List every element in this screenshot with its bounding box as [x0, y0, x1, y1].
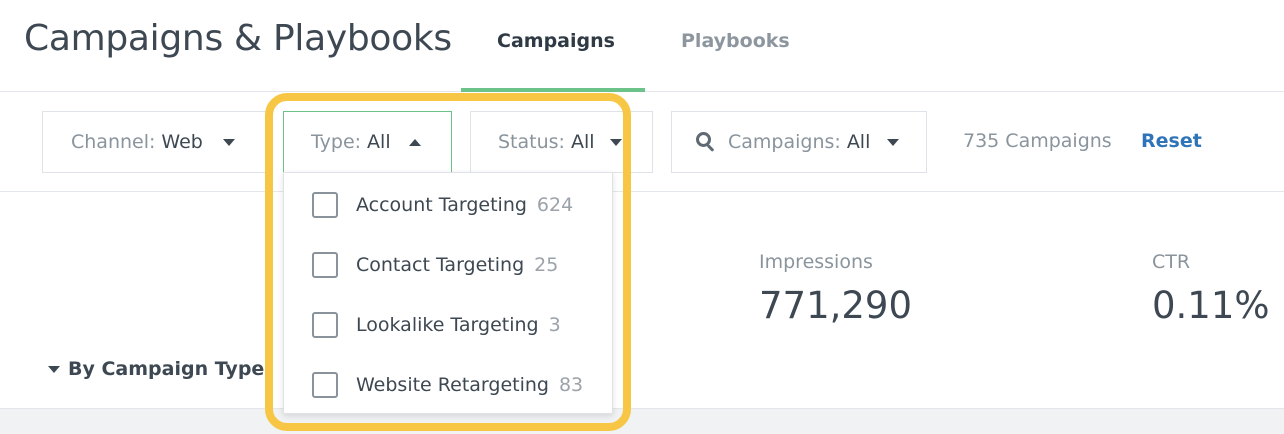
campaigns-filter[interactable]: Campaigns: All [671, 111, 927, 173]
checkbox[interactable] [312, 372, 338, 398]
option-label: Contact Targeting [356, 254, 525, 276]
option-count: 624 [536, 194, 574, 216]
option-label: Lookalike Targeting [356, 314, 539, 336]
chevron-up-icon [408, 138, 421, 146]
chevron-down-icon [887, 138, 900, 146]
type-option-account-targeting[interactable]: Account Targeting 624 [284, 175, 612, 235]
channel-filter[interactable]: Channel: Web [42, 111, 267, 173]
type-filter[interactable]: Type: All [283, 111, 452, 173]
by-campaign-type-toggle[interactable]: By Campaign Type [48, 358, 264, 380]
tab-playbooks[interactable]: Playbooks [681, 30, 790, 52]
chevron-down-icon [222, 138, 235, 146]
impressions-value: 771,290 [759, 284, 913, 327]
option-label: Website Retargeting [356, 374, 549, 396]
channel-filter-value: Web [161, 131, 203, 153]
channel-filter-key: Channel: [71, 131, 156, 153]
type-option-contact-targeting[interactable]: Contact Targeting 25 [284, 235, 612, 295]
ctr-label: CTR [1152, 251, 1191, 273]
checkbox[interactable] [312, 192, 338, 218]
chevron-down-icon [609, 138, 622, 146]
option-count: 83 [558, 374, 584, 396]
type-option-lookalike-targeting[interactable]: Lookalike Targeting 3 [284, 295, 612, 355]
type-filter-key: Type: [311, 131, 362, 153]
type-option-website-retargeting[interactable]: Website Retargeting 83 [284, 355, 612, 415]
content-band [0, 408, 1284, 434]
checkbox[interactable] [312, 312, 338, 338]
impressions-label: Impressions [759, 251, 873, 273]
reset-link[interactable]: Reset [1141, 130, 1202, 152]
option-label: Account Targeting [356, 194, 527, 216]
type-filter-value: All [367, 131, 391, 153]
tab-campaigns[interactable]: Campaigns [497, 30, 615, 52]
campaigns-filter-value: All [846, 131, 871, 153]
section-label: By Campaign Type [68, 358, 265, 380]
checkbox[interactable] [312, 252, 338, 278]
option-count: 25 [534, 254, 559, 276]
campaigns-filter-key: Campaigns: [728, 131, 841, 153]
option-count: 3 [548, 314, 561, 336]
campaign-count: 735 Campaigns [963, 130, 1112, 152]
status-filter[interactable]: Status: All [470, 111, 653, 173]
caret-down-icon [48, 365, 60, 373]
page-title: Campaigns & Playbooks [24, 18, 452, 59]
status-filter-value: All [570, 131, 595, 153]
ctr-value: 0.11% [1152, 284, 1270, 327]
status-filter-key: Status: [498, 131, 565, 153]
type-dropdown-menu: Account Targeting 624 Contact Targeting … [283, 172, 613, 414]
search-icon [696, 132, 716, 152]
